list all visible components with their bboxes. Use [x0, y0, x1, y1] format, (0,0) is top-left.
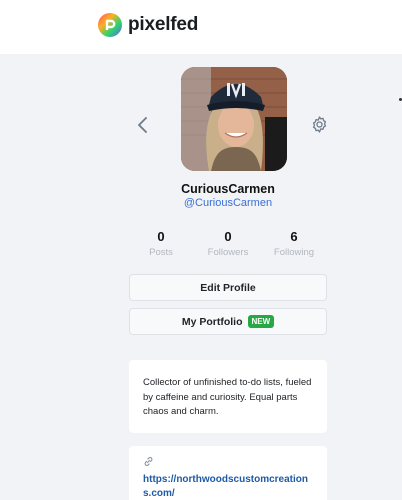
bio-text: Collector of unfinished to-do lists, fue…	[143, 377, 312, 417]
display-name: CuriousCarmen	[181, 182, 275, 196]
edit-profile-button[interactable]: Edit Profile	[129, 274, 327, 301]
avatar[interactable]	[181, 67, 287, 171]
website-card: https://northwoodscustomcreations.com/	[129, 446, 327, 500]
my-portfolio-button[interactable]: My Portfolio NEW	[129, 308, 327, 335]
back-chevron-icon[interactable]	[135, 116, 151, 134]
gear-icon[interactable]	[310, 115, 329, 134]
edit-profile-label: Edit Profile	[200, 281, 256, 294]
top-navbar: pixelfed	[0, 0, 402, 54]
stat-posts[interactable]: 0 Posts	[131, 229, 191, 258]
stat-posts-value: 0	[157, 229, 165, 244]
avatar-photo	[181, 67, 287, 171]
brand-name[interactable]: pixelfed	[128, 14, 198, 36]
stat-followers[interactable]: 0 Followers	[198, 229, 258, 258]
stat-followers-value: 0	[224, 229, 232, 244]
stat-posts-label: Posts	[149, 247, 173, 258]
new-badge: NEW	[247, 315, 275, 328]
link-icon	[144, 457, 153, 466]
website-link[interactable]: https://northwoodscustomcreations.com/	[143, 473, 313, 500]
stat-following[interactable]: 6 Following	[264, 229, 324, 258]
stat-followers-label: Followers	[207, 247, 249, 258]
bio-card: Collector of unfinished to-do lists, fue…	[129, 360, 327, 433]
stat-following-label: Following	[273, 247, 315, 258]
pixelfed-logo-icon[interactable]	[98, 13, 122, 37]
stat-following-value: 6	[290, 229, 298, 244]
my-portfolio-label: My Portfolio	[181, 315, 243, 328]
username[interactable]: @CuriousCarmen	[129, 197, 327, 209]
